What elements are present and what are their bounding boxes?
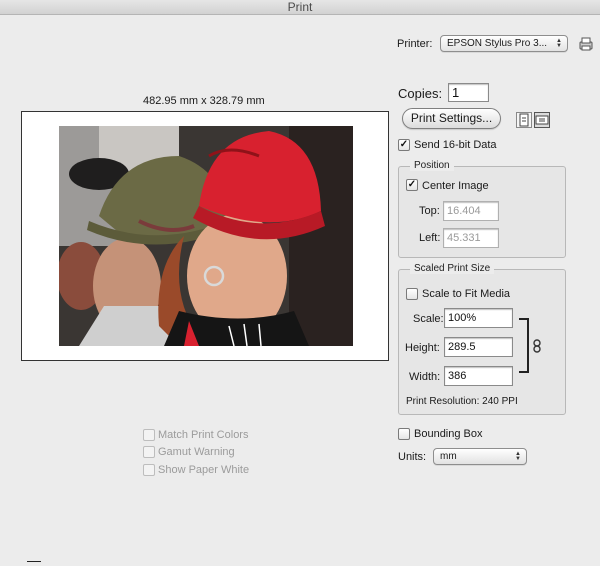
preview-photo[interactable]	[59, 126, 353, 346]
send-16bit-label: Send 16-bit Data	[414, 139, 497, 151]
portrait-orientation-icon[interactable]	[516, 112, 532, 128]
position-group-title: Position	[410, 160, 454, 171]
show-paper-white-checkbox[interactable]	[143, 464, 155, 476]
printer-setup-icon[interactable]	[578, 36, 594, 52]
printer-select-value: EPSON Stylus Pro 3...	[447, 38, 548, 49]
bounding-box-checkbox[interactable]	[398, 428, 410, 440]
match-print-colors-label: Match Print Colors	[158, 429, 249, 441]
gamut-warning-checkbox[interactable]	[143, 446, 155, 458]
copies-input[interactable]: 1	[448, 83, 489, 102]
printer-select[interactable]: EPSON Stylus Pro 3... ▲ ▼	[440, 35, 568, 52]
constrain-bracket	[519, 318, 529, 373]
chevron-updown-icon: ▲ ▼	[515, 450, 521, 462]
divider-mark	[27, 561, 41, 562]
scale-to-fit-checkbox[interactable]	[406, 288, 418, 300]
window-title: Print	[0, 0, 600, 15]
preview-dimensions: 482.95 mm x 328.79 mm	[143, 95, 265, 107]
left-input[interactable]: 45.331	[443, 228, 499, 248]
units-select-value: mm	[440, 451, 457, 462]
width-input[interactable]: 386	[444, 366, 513, 386]
send-16bit-checkbox[interactable]: ✓	[398, 139, 410, 151]
height-input[interactable]: 289.5	[444, 337, 513, 357]
show-paper-white-label: Show Paper White	[158, 464, 250, 476]
print-settings-button[interactable]: Print Settings...	[402, 108, 501, 129]
scale-to-fit-label: Scale to Fit Media	[422, 288, 511, 300]
scale-label: Scale:	[413, 313, 444, 325]
units-label: Units:	[398, 451, 427, 463]
printer-label: Printer:	[397, 38, 433, 50]
landscape-orientation-icon[interactable]	[534, 112, 550, 128]
match-print-colors-checkbox[interactable]	[143, 429, 155, 441]
top-label: Top:	[419, 205, 440, 217]
scaled-group-title: Scaled Print Size	[410, 263, 495, 274]
height-label: Height:	[405, 342, 440, 354]
gamut-warning-label: Gamut Warning	[158, 446, 235, 458]
bounding-box-label: Bounding Box	[414, 428, 483, 440]
left-label: Left:	[419, 232, 441, 244]
photo-image	[59, 126, 353, 346]
center-image-checkbox[interactable]: ✓	[406, 179, 418, 191]
print-resolution: Print Resolution: 240 PPI	[406, 396, 518, 407]
top-input[interactable]: 16.404	[443, 201, 499, 221]
print-preview-paper	[21, 111, 389, 361]
center-image-label: Center Image	[422, 180, 489, 192]
units-select[interactable]: mm ▲ ▼	[433, 448, 527, 465]
chevron-updown-icon: ▲ ▼	[556, 37, 562, 49]
width-label: Width:	[409, 371, 441, 383]
copies-label: Copies:	[398, 86, 443, 101]
scale-input[interactable]: 100%	[444, 308, 513, 328]
chain-link-icon[interactable]	[532, 339, 542, 353]
